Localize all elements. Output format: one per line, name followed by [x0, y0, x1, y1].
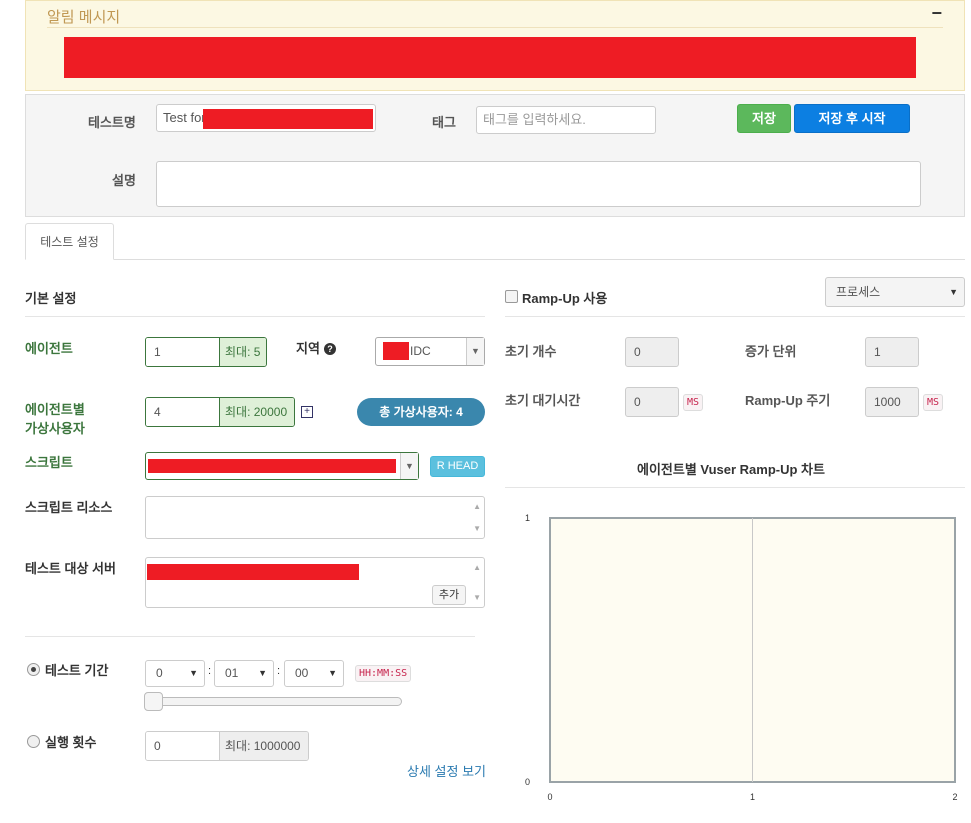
chart-y-tick-label: 1: [525, 513, 530, 523]
chart-x-tick-label: 2: [952, 792, 957, 802]
chart-y-tick-label: 0: [525, 777, 530, 787]
chart-x-tick-label: 1: [750, 792, 755, 802]
chart-x-tick-label: 0: [547, 792, 552, 802]
rampup-chart: 0 1 2 0 1: [525, 513, 958, 802]
